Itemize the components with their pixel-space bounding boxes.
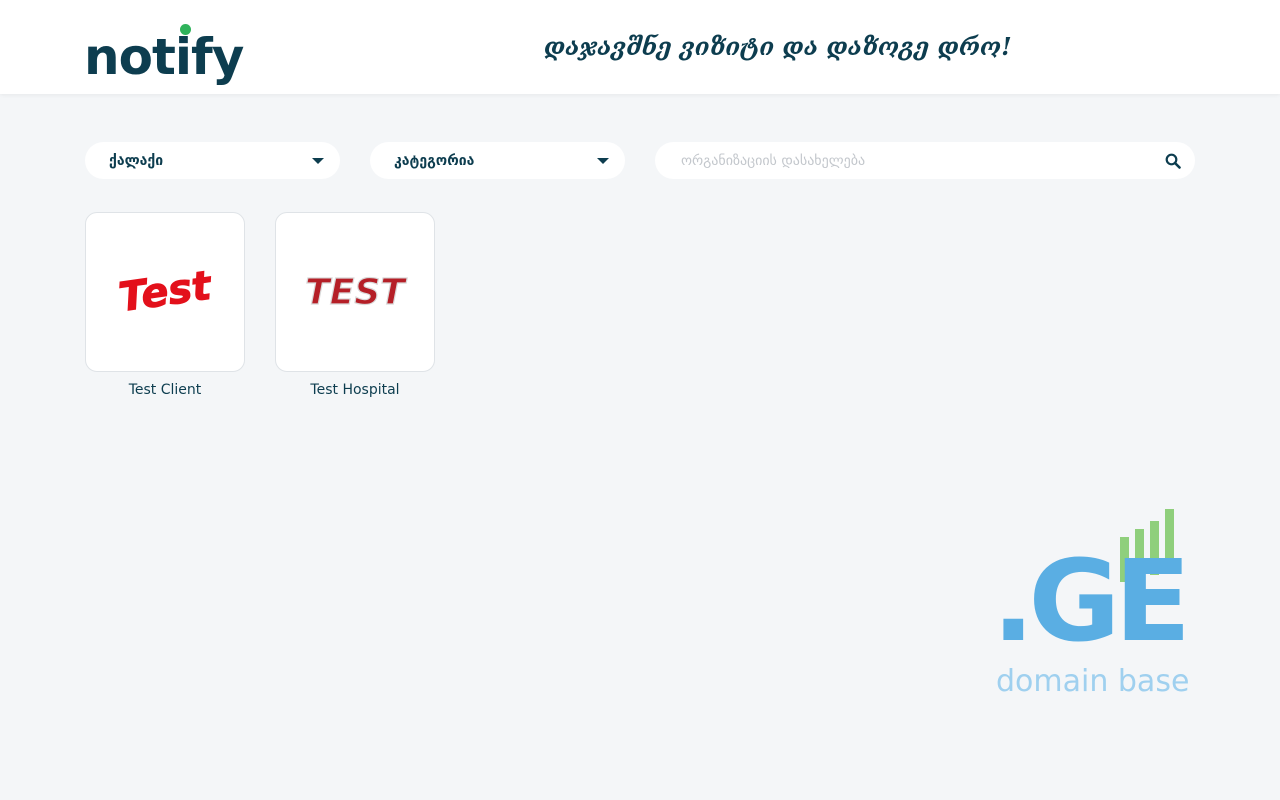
test-client-logo-icon: Test xyxy=(116,262,215,322)
logo-dot-icon xyxy=(180,24,191,35)
ge-mark-text: .GE xyxy=(992,537,1185,667)
ge-caption-text: domain base xyxy=(996,664,1189,699)
header-tagline: დაჯავშნე ვიზიტი და დაზოგე დრო! xyxy=(544,32,1012,61)
ge-domain-base-logo: .GE domain base xyxy=(992,509,1191,699)
notify-logo[interactable]: notify xyxy=(84,18,244,86)
logo-text: notify xyxy=(84,28,244,86)
organization-name: Test Client xyxy=(128,382,202,398)
organization-logo-box[interactable]: Test xyxy=(85,212,245,372)
svg-text:TEST: TEST xyxy=(305,272,407,313)
organization-card[interactable]: TEST Test Hospital xyxy=(275,212,435,398)
category-select[interactable]: კატეგორია xyxy=(370,142,625,179)
organization-search xyxy=(655,142,1195,179)
city-select[interactable]: ქალაქი xyxy=(85,142,340,179)
chevron-down-icon xyxy=(597,158,609,164)
search-input[interactable] xyxy=(681,142,1151,179)
city-select-label: ქალაქი xyxy=(109,152,164,169)
search-icon[interactable] xyxy=(1165,153,1181,169)
organization-logo-box[interactable]: TEST xyxy=(275,212,435,372)
svg-text:Test: Test xyxy=(116,263,215,322)
organization-name: Test Hospital xyxy=(310,382,400,398)
chevron-down-icon xyxy=(312,158,324,164)
top-header: notify დაჯავშნე ვიზიტი და დაზოგე დრო! xyxy=(0,0,1280,94)
organization-card[interactable]: Test Test Client xyxy=(85,212,245,398)
category-select-label: კატეგორია xyxy=(394,152,475,169)
test-hospital-logo-icon: TEST xyxy=(305,271,408,313)
